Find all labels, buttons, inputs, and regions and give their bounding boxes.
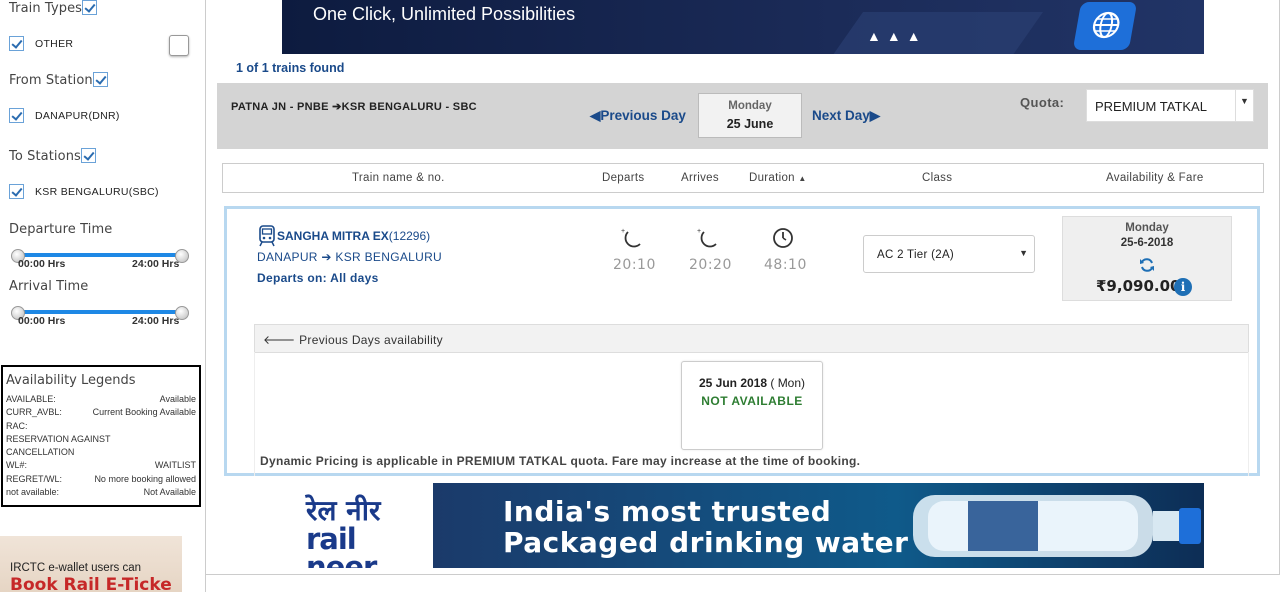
banner-decoration — [820, 12, 1044, 54]
departure-time-heading: Departure Time — [9, 222, 113, 237]
info-icon[interactable]: i — [1174, 278, 1192, 296]
filter-sidebar: Train Types OTHER From Stations DANAPUR(… — [0, 0, 206, 592]
rail-neer-ad-line2: Packaged drinking water — [503, 526, 909, 559]
moon-icon: + — [619, 226, 645, 255]
departs-on-days: Departs on: All days — [257, 271, 379, 285]
train-name-link[interactable]: SANGHA MITRA EX(12296) — [277, 229, 430, 243]
train-route: DANAPUR ➔ KSR BENGALURU — [257, 250, 443, 264]
rail-neer-ad-line1: India's most trusted — [503, 495, 832, 528]
clock-icon — [771, 226, 795, 255]
danapur-checkbox[interactable] — [9, 108, 24, 123]
departure-max-label: 24:00 Hrs — [132, 258, 180, 270]
arrow-left-icon: 🡐 — [263, 333, 296, 347]
globe-icon — [1072, 2, 1138, 50]
next-day-link[interactable]: Next Day▶ — [812, 108, 880, 124]
trains-found-count: 1 of 1 trains found — [236, 61, 345, 75]
moon-icon: + — [695, 226, 721, 255]
train-types-checkbox[interactable] — [82, 0, 97, 15]
caret-right-icon: ▶ — [869, 108, 881, 123]
availability-day-card[interactable]: 25 Jun 2018 ( Mon) NOT AVAILABLE — [681, 361, 823, 450]
arrow-right-icon: ➔ — [321, 250, 332, 264]
legend-row: RESERVATION AGAINST CANCELLATION — [6, 433, 111, 458]
fare-box[interactable]: Monday 25-6-2018 ₹9,090.00 i — [1062, 216, 1232, 301]
dropdown-arrow-icon: ▼ — [1235, 90, 1253, 121]
svg-text:+: + — [697, 228, 701, 235]
route-bar: PATNA JN - PNBE ➔KSR BENGALURU - SBC ◀Pr… — [217, 83, 1268, 149]
rail-neer-logo: रेल नीर rail neer — [306, 494, 381, 569]
legend-row: AVAILABLE: Available — [6, 394, 196, 404]
col-arrives[interactable]: Arrives — [681, 172, 719, 184]
rail-neer-ad-banner[interactable]: रेल नीर rail neer India's most trusted P… — [282, 483, 1204, 568]
arrives-time: 20:20 — [689, 257, 732, 273]
availability-legend: Availability Legends AVAILABLE: Available… — [1, 365, 201, 507]
previous-day-link[interactable]: ◀Previous Day — [590, 108, 686, 124]
arrival-time-heading: Arrival Time — [9, 279, 89, 294]
col-train-name[interactable]: Train name & no. — [352, 172, 445, 184]
quota-label: Quota: — [1020, 95, 1065, 110]
current-date-box: Monday 25 June — [698, 93, 802, 138]
availability-status: NOT AVAILABLE — [701, 394, 803, 408]
departure-slider-track[interactable] — [16, 253, 184, 257]
banner-dots-decoration: ▲▲▲ — [867, 28, 927, 44]
departure-min-label: 00:00 Hrs — [18, 258, 66, 270]
ewallet-ad-line1: IRCTC e-wallet users can — [10, 562, 142, 574]
legend-row: CURR_AVBL: Current Booking Available — [6, 407, 196, 418]
current-weekday: Monday — [728, 100, 772, 112]
sort-up-icon: ▲ — [798, 174, 807, 183]
legend-title: Availability Legends — [6, 373, 136, 388]
top-ad-banner[interactable]: ▲▲▲ One Click, Unlimited Possibilities — [282, 0, 1204, 54]
other-checkbox[interactable] — [9, 36, 24, 51]
legend-row: RAC: — [6, 420, 28, 431]
from-station-danapur-label: DANAPUR(DNR) — [35, 110, 120, 122]
legend-row: WL#: WAITLIST — [6, 460, 196, 471]
results-column-header: Train name & no. Departs Arrives Duratio… — [222, 163, 1264, 193]
previous-days-label: 🡐 Previous Days availability — [263, 333, 443, 347]
to-station-bengaluru-label: KSR BENGALURU(SBC) — [35, 186, 159, 198]
legend-row: REGRET/WL: No more booking allowed — [6, 473, 196, 484]
departs-time: 20:10 — [613, 257, 656, 273]
ksr-bengaluru-checkbox[interactable] — [9, 184, 24, 199]
route-label: PATNA JN - PNBE ➔KSR BENGALURU - SBC — [231, 101, 477, 113]
train-icon — [258, 225, 276, 252]
class-select[interactable]: AC 2 Tier (2A) ▼ — [863, 235, 1035, 273]
fare-amount: ₹9,090.00 — [1096, 277, 1181, 295]
top-banner-text: One Click, Unlimited Possibilities — [313, 4, 576, 24]
availability-date: 25 Jun 2018 ( Mon) — [698, 376, 806, 390]
train-result-card: SANGHA MITRA EX(12296) DANAPUR ➔ KSR BEN… — [224, 206, 1260, 476]
ewallet-ad-banner[interactable]: IRCTC e-wallet users can Book Rail E-Tic… — [0, 536, 182, 592]
ewallet-ad-line2: Book Rail E-Ticke — [10, 575, 172, 592]
refresh-icon[interactable] — [1139, 257, 1155, 278]
to-stations-checkbox[interactable] — [81, 148, 96, 163]
other-toggle-box[interactable] — [169, 35, 189, 56]
col-duration[interactable]: Duration ▲ — [749, 172, 807, 184]
from-stations-heading: From Stations — [9, 73, 100, 88]
to-stations-heading: To Stations — [9, 149, 81, 164]
previous-days-availability-bar[interactable]: 🡐 Previous Days availability — [254, 324, 1249, 353]
arrival-slider-track[interactable] — [16, 310, 184, 314]
train-type-other-label: OTHER — [35, 38, 74, 50]
legend-row: not available: Not Available — [6, 487, 196, 498]
col-class[interactable]: Class — [922, 172, 952, 184]
water-bottle-image — [913, 495, 1201, 557]
dropdown-arrow-icon: ▼ — [1019, 248, 1028, 258]
quota-value: PREMIUM TATKAL — [1095, 99, 1207, 114]
duration-time: 48:10 — [764, 257, 807, 273]
col-departs[interactable]: Departs — [602, 172, 644, 184]
rail-neer-ad-panel: India's most trusted Packaged drinking w… — [433, 483, 1204, 568]
arrival-max-label: 24:00 Hrs — [132, 315, 180, 327]
col-availability[interactable]: Availability & Fare — [1106, 172, 1204, 184]
current-date: 25 June — [726, 117, 774, 131]
class-value: AC 2 Tier (2A) — [877, 249, 955, 261]
fare-weekday: Monday — [1125, 222, 1169, 234]
caret-left-icon: ◀ — [590, 108, 601, 123]
arrival-min-label: 00:00 Hrs — [18, 315, 66, 327]
from-stations-checkbox[interactable] — [93, 72, 108, 87]
svg-text:+: + — [621, 228, 625, 235]
train-types-heading: Train Types — [9, 1, 83, 16]
quota-select[interactable]: PREMIUM TATKAL ▼ — [1086, 89, 1254, 122]
fare-date: 25-6-2018 — [1120, 237, 1174, 249]
dynamic-pricing-note: Dynamic Pricing is applicable in PREMIUM… — [260, 454, 861, 468]
